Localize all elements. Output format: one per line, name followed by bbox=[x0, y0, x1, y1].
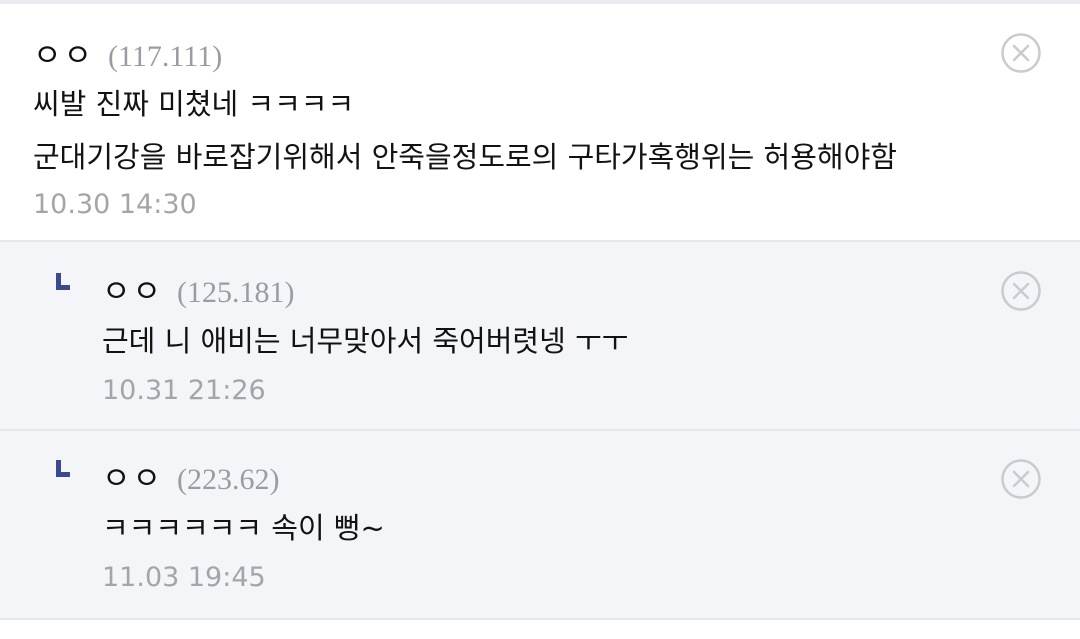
close-circle-icon[interactable] bbox=[1000, 270, 1042, 312]
comment-date: 11.03 19:45 bbox=[102, 562, 266, 593]
comment-ip: (223.62) bbox=[177, 463, 280, 496]
reply-arrow-icon bbox=[56, 460, 70, 477]
comment-text-line: 씨발 진짜 미쳤네 ㅋㅋㅋㅋ bbox=[33, 87, 355, 121]
comment-date: 10.30 14:30 bbox=[33, 189, 197, 220]
comment-text-line: 군대기강을 바로잡기위해서 안죽을정도로의 구타가혹행위는 허용해야함 bbox=[33, 140, 897, 174]
comment-text-line: ㅋㅋㅋㅋㅋㅋ 속이 뻥~ bbox=[102, 511, 385, 545]
comment-author[interactable]: ㅇㅇ bbox=[102, 266, 163, 311]
comment-header: ㅇㅇ (117.111) bbox=[33, 30, 222, 75]
comment-ip: (125.181) bbox=[177, 276, 295, 309]
comment-header: ㅇㅇ (223.62) bbox=[102, 453, 280, 498]
reply-item: ㅇㅇ (223.62) ㅋㅋㅋㅋㅋㅋ 속이 뻥~ 11.03 19:45 bbox=[0, 431, 1080, 620]
reply-arrow-icon bbox=[56, 273, 70, 290]
comment-author[interactable]: ㅇㅇ bbox=[102, 453, 163, 498]
comment-text-line: 근데 니 애비는 너무맞아서 죽어버렷넹 ㅜㅜ bbox=[102, 324, 629, 358]
comment-author[interactable]: ㅇㅇ bbox=[33, 30, 94, 75]
close-circle-icon[interactable] bbox=[1000, 32, 1042, 74]
comment-header: ㅇㅇ (125.181) bbox=[102, 266, 295, 311]
close-circle-icon[interactable] bbox=[1000, 458, 1042, 500]
reply-item: ㅇㅇ (125.181) 근데 니 애비는 너무맞아서 죽어버렷넹 ㅜㅜ 10.… bbox=[0, 242, 1080, 431]
comment-ip: (117.111) bbox=[108, 40, 223, 73]
comment-item: ㅇㅇ (117.111) 씨발 진짜 미쳤네 ㅋㅋㅋㅋ 군대기강을 바로잡기위해… bbox=[0, 4, 1080, 242]
comment-date: 10.31 21:26 bbox=[102, 375, 266, 406]
